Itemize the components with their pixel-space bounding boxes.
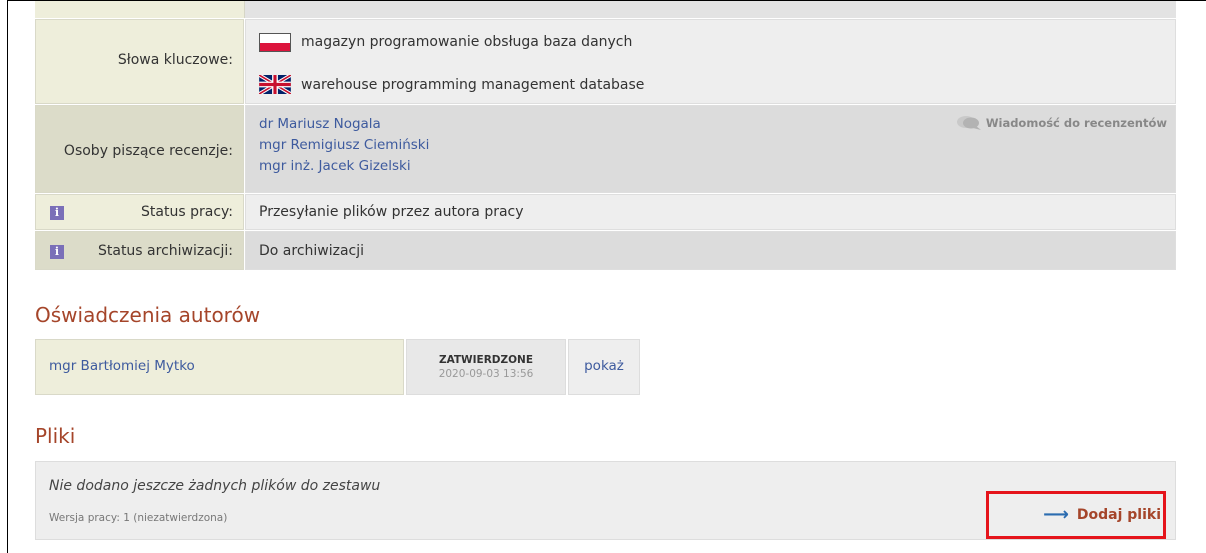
reviewers-label: Osoby piszące recenzje:: [63, 143, 233, 159]
declaration-status-cell: ZATWIERDZONE 2020-09-03 13:56: [406, 339, 566, 395]
archive-status-row: i Status archiwizacji: Do archiwizacji: [35, 231, 1176, 270]
speech-bubble-icon: [956, 114, 982, 133]
message-reviewers-link[interactable]: Wiadomość do recenzentów: [956, 114, 1167, 133]
archive-status-value-cell: Do archiwizacji: [245, 231, 1176, 270]
reviewer-link[interactable]: mgr Remigiusz Ciemiński: [259, 137, 429, 153]
work-status-label-cell: i Status pracy:: [35, 194, 244, 230]
work-status-value: Przesyłanie plików przez autora pracy: [259, 204, 524, 220]
add-files-label: Dodaj pliki: [1076, 507, 1161, 523]
work-status-label: Status pracy:: [141, 204, 233, 220]
work-status-row: i Status pracy: Przesyłanie plików przez…: [35, 194, 1176, 230]
keywords-en: warehouse programming management databas…: [301, 77, 645, 93]
add-files-button[interactable]: ⟶ Dodaj pliki: [1043, 504, 1161, 525]
keywords-label-cell: Słowa kluczowe:: [35, 19, 244, 104]
declarations-heading: Oświadczenia autorów: [35, 303, 261, 327]
archive-status-value: Do archiwizacji: [259, 243, 365, 259]
files-heading: Pliki: [35, 424, 76, 448]
message-reviewers-label: Wiadomość do recenzentów: [985, 116, 1167, 130]
status-badge: ZATWIERDZONE: [438, 354, 534, 366]
declaration-show-cell: pokaż: [568, 339, 640, 395]
keywords-value-cell: magazyn programowanie obsługa baza danyc…: [245, 19, 1176, 104]
status-date: 2020-09-03 13:56: [438, 368, 534, 380]
archive-status-label: Status archiwizacji:: [97, 243, 233, 259]
arrow-right-icon: ⟶: [1043, 504, 1069, 525]
polish-flag-icon: [259, 33, 291, 52]
declaration-author[interactable]: mgr Bartłomiej Mytko: [49, 358, 195, 374]
table-top-edge: [35, 1, 1176, 18]
uk-flag-icon: [259, 75, 291, 94]
show-link[interactable]: pokaż: [584, 358, 624, 374]
work-status-value-cell: Przesyłanie plików przez autora pracy: [245, 194, 1176, 230]
keywords-label: Słowa kluczowe:: [117, 52, 233, 68]
window-left-border: [7, 0, 8, 553]
reviewers-row: Osoby piszące recenzje: dr Mariusz Nogal…: [35, 105, 1176, 193]
reviewer-link[interactable]: mgr inż. Jacek Gizelski: [259, 158, 411, 174]
keywords-pl: magazyn programowanie obsługa baza danyc…: [301, 34, 633, 50]
files-panel: Nie dodano jeszcze żadnych plików do zes…: [35, 461, 1176, 540]
reviewers-value-cell: dr Mariusz Nogala mgr Remigiusz Ciemińsk…: [245, 105, 1176, 193]
reviewer-link[interactable]: dr Mariusz Nogala: [259, 116, 381, 132]
info-icon[interactable]: i: [50, 206, 64, 220]
work-version: Wersja pracy: 1 (niezatwierdzona): [49, 512, 228, 524]
archive-status-label-cell: i Status archiwizacji:: [35, 231, 244, 270]
files-empty-message: Nie dodano jeszcze żadnych plików do zes…: [49, 478, 381, 494]
declaration-author-cell: mgr Bartłomiej Mytko: [35, 339, 404, 395]
info-icon[interactable]: i: [50, 245, 64, 259]
keywords-row: Słowa kluczowe: magazyn programowanie ob…: [35, 19, 1176, 104]
reviewers-label-cell: Osoby piszące recenzje:: [35, 105, 244, 193]
